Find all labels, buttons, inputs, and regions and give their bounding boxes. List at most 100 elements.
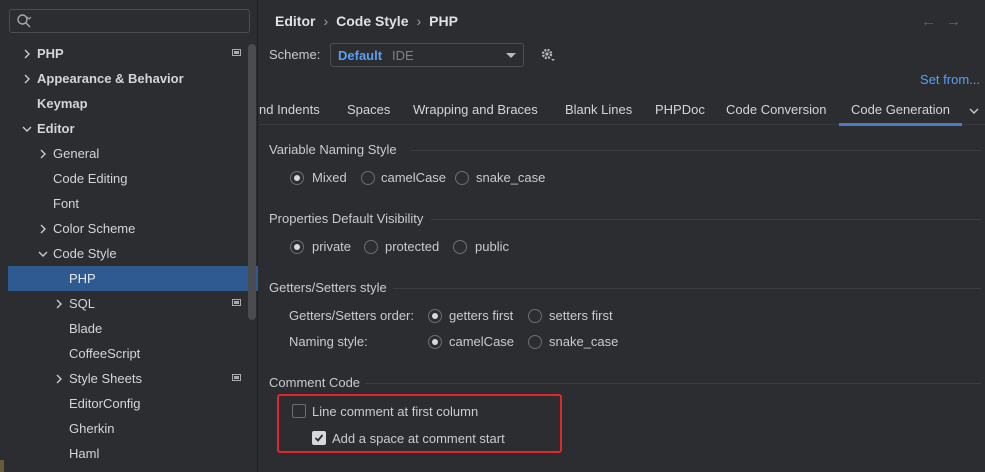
tree-item-label: Blade <box>69 321 103 336</box>
section-divider <box>431 219 981 220</box>
tree-item-font[interactable]: Font <box>0 191 258 216</box>
scheme-scope: IDE <box>392 48 414 63</box>
tree-item-label: Code Style <box>53 246 117 261</box>
radio-label: camelCase <box>381 170 447 185</box>
tree-item-label: PHP <box>69 271 96 286</box>
tree-item-label: Color Scheme <box>53 221 136 236</box>
highlight-annotation-box <box>277 394 562 453</box>
tree-item-label: SQL <box>69 296 96 311</box>
gear-icon[interactable] <box>540 47 556 63</box>
section-title-visibility: Properties Default Visibility <box>269 211 424 226</box>
tree-item-gherkin[interactable]: Gherkin <box>0 416 258 441</box>
tree-item-label: Haml <box>69 446 100 461</box>
breadcrumb-separator-icon: › <box>416 13 422 29</box>
tree-item-appearance[interactable]: Appearance & Behavior <box>0 66 258 91</box>
chevron-right-icon[interactable] <box>22 49 32 59</box>
chevron-right-icon[interactable] <box>54 374 64 384</box>
tree-item-php-selected[interactable]: PHP <box>8 266 258 291</box>
settings-tree: PHP Appearance & Behavior Keymap Editor … <box>0 41 258 466</box>
tab-phpdoc[interactable]: PHPDoc <box>655 102 705 117</box>
radio-private[interactable] <box>290 240 304 254</box>
section-divider <box>393 288 981 289</box>
tree-item-label: EditorConfig <box>69 396 141 411</box>
section-title-getters: Getters/Setters style <box>269 280 387 295</box>
settings-search[interactable] <box>9 9 250 33</box>
tree-item-php-root[interactable]: PHP <box>0 41 258 66</box>
sidebar-scrollbar[interactable] <box>248 44 256 320</box>
tree-item-label: Keymap <box>37 96 88 111</box>
set-from-link[interactable]: Set from... <box>920 72 980 87</box>
tree-item-label: Font <box>53 196 80 211</box>
breadcrumb-separator-icon: › <box>323 13 329 29</box>
dropdown-arrow-icon <box>506 53 516 58</box>
getters-order-label: Getters/Setters order: <box>289 308 414 323</box>
naming-style-label: Naming style: <box>289 334 368 349</box>
tree-item-code-style[interactable]: Code Style <box>0 241 258 266</box>
section-title-comment: Comment Code <box>269 375 361 390</box>
tree-item-coffeescript[interactable]: CoffeeScript <box>0 341 258 366</box>
tab-tabs-and-indents[interactable]: nd Indents <box>259 102 320 117</box>
scheme-value: Default <box>338 48 383 63</box>
radio-label: private <box>312 239 352 254</box>
tree-item-label: PHP <box>37 46 64 61</box>
tree-item-label: CoffeeScript <box>69 346 141 361</box>
window-edge-fragment <box>0 460 4 472</box>
tree-item-label: Editor <box>37 121 75 136</box>
radio-getters-snake-case[interactable] <box>528 335 542 349</box>
scheme-label: Scheme: <box>269 47 321 62</box>
tree-item-general[interactable]: General <box>0 141 258 166</box>
radio-setters-first[interactable] <box>528 309 542 323</box>
section-divider <box>365 383 981 384</box>
chevron-down-icon[interactable] <box>969 106 979 116</box>
radio-protected[interactable] <box>364 240 378 254</box>
code-style-tabs: nd Indents Spaces Wrapping and Braces Bl… <box>259 97 985 126</box>
back-arrow-icon[interactable]: ← <box>921 13 946 30</box>
tab-code-conversion[interactable]: Code Conversion <box>726 102 826 117</box>
tab-blank-lines[interactable]: Blank Lines <box>565 102 632 117</box>
search-input[interactable] <box>36 12 245 32</box>
tab-wrapping-and-braces[interactable]: Wrapping and Braces <box>413 102 538 117</box>
tree-item-code-editing[interactable]: Code Editing <box>0 166 258 191</box>
tree-item-haml[interactable]: Haml <box>0 441 258 466</box>
radio-snake-case[interactable] <box>455 171 469 185</box>
chevron-down-icon[interactable] <box>38 249 48 259</box>
tree-item-label: General <box>53 146 100 161</box>
tree-item-keymap[interactable]: Keymap <box>0 91 258 116</box>
tree-item-color-scheme[interactable]: Color Scheme <box>0 216 258 241</box>
chevron-right-icon[interactable] <box>38 149 48 159</box>
forward-arrow-icon[interactable]: → <box>946 13 971 30</box>
chevron-right-icon[interactable] <box>22 74 32 84</box>
tree-item-label: Gherkin <box>69 421 115 436</box>
tab-spaces[interactable]: Spaces <box>347 102 390 117</box>
tree-item-label: Code Editing <box>53 171 128 186</box>
settings-sidebar: PHP Appearance & Behavior Keymap Editor … <box>0 0 258 472</box>
radio-label: camelCase <box>449 334 515 349</box>
tree-item-sql[interactable]: SQL <box>0 291 258 316</box>
scheme-dropdown[interactable]: Default IDE <box>330 43 524 67</box>
section-divider <box>411 150 981 151</box>
radio-public[interactable] <box>453 240 467 254</box>
radio-label: getters first <box>449 308 514 323</box>
radio-label: snake_case <box>549 334 619 349</box>
chevron-down-icon[interactable] <box>22 124 32 134</box>
tree-item-editor[interactable]: Editor <box>0 116 258 141</box>
project-settings-icon <box>232 374 241 381</box>
radio-label: setters first <box>549 308 613 323</box>
tree-item-style-sheets[interactable]: Style Sheets <box>0 366 258 391</box>
radio-mixed[interactable] <box>290 171 304 185</box>
search-icon <box>17 14 32 28</box>
chevron-right-icon[interactable] <box>54 299 64 309</box>
radio-getters-camelcase[interactable] <box>428 335 442 349</box>
section-title-naming: Variable Naming Style <box>269 142 397 157</box>
radio-camelcase[interactable] <box>361 171 375 185</box>
radio-label: protected <box>385 239 440 254</box>
tree-item-label: Style Sheets <box>69 371 142 386</box>
tree-item-blade[interactable]: Blade <box>0 316 258 341</box>
radio-getters-first[interactable] <box>428 309 442 323</box>
breadcrumb-item: Code Style <box>336 13 409 29</box>
tree-item-label: Appearance & Behavior <box>37 71 184 86</box>
chevron-right-icon[interactable] <box>38 224 48 234</box>
breadcrumb-item: Editor <box>275 13 316 29</box>
tree-item-editorconfig[interactable]: EditorConfig <box>0 391 258 416</box>
tab-code-generation[interactable]: Code Generation <box>838 102 963 126</box>
